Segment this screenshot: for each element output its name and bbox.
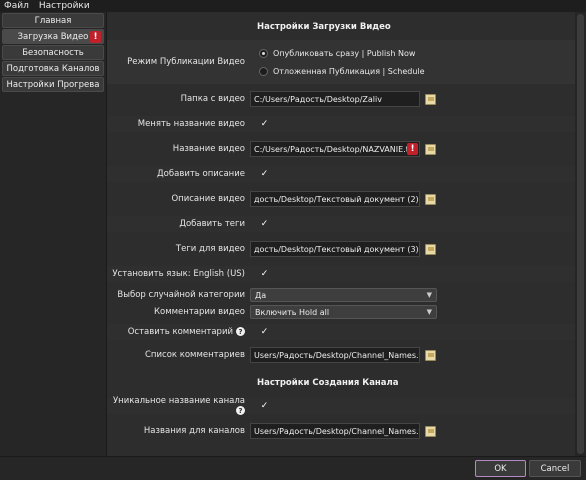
help-icon[interactable]: ? bbox=[236, 406, 245, 415]
sidebar-item-channel-prep[interactable]: Подготовка Каналов bbox=[2, 61, 104, 76]
schedule-option[interactable]: Отложенная Публикация | Schedule bbox=[259, 62, 425, 80]
folder-browse-icon[interactable] bbox=[425, 243, 436, 255]
channel-names-row: Названия для каналов Users/Радость/Deskt… bbox=[107, 422, 575, 440]
channel-section-title: Настройки Создания Канала bbox=[257, 378, 399, 388]
publish-now-option[interactable]: Опубликовать сразу | Publish Now bbox=[259, 44, 425, 62]
leave-comment-row: Оставить комментарий? ✓ bbox=[107, 324, 575, 340]
add-tags-row: Добавить теги ✓ bbox=[107, 216, 575, 232]
unique-name-label-wrap: Уникальное название канала? bbox=[107, 396, 250, 416]
video-comments-select[interactable]: Включить Hold all ▼ bbox=[250, 305, 437, 319]
publish-mode-row: Режим Публикации Видео Опубликовать сраз… bbox=[107, 40, 575, 84]
channel-names-label: Названия для каналов bbox=[143, 426, 245, 436]
sidebar-item-video-upload[interactable]: Загрузка Видео ! bbox=[2, 29, 104, 44]
folder-browse-icon[interactable] bbox=[425, 93, 436, 105]
folder-browse-icon[interactable] bbox=[425, 349, 436, 361]
video-title-value: C:/Users/Радость/Desktop/NAZVANIE.txt bbox=[254, 144, 417, 154]
video-title-field[interactable]: C:/Users/Радость/Desktop/NAZVANIE.txt ! bbox=[250, 141, 420, 157]
add-tags-checkbox[interactable]: ✓ bbox=[259, 219, 270, 230]
set-language-checkbox[interactable]: ✓ bbox=[259, 269, 270, 280]
comment-list-field[interactable]: Users/Радость/Desktop/Channel_Names.txt bbox=[250, 347, 420, 363]
add-description-checkbox[interactable]: ✓ bbox=[259, 169, 270, 180]
video-title-row: Название видео C:/Users/Радость/Desktop/… bbox=[107, 140, 575, 158]
video-comments-label: Комментарии видео bbox=[154, 307, 245, 317]
video-title-label: Название видео bbox=[172, 144, 245, 154]
video-folder-label: Папка с видео bbox=[180, 94, 245, 104]
comment-list-row: Список комментариев Users/Радость/Deskto… bbox=[107, 346, 575, 364]
video-description-value: дость/Desktop/Текстовый документ (2).txt bbox=[254, 194, 420, 204]
leave-comment-label: Оставить комментарий bbox=[127, 327, 233, 337]
random-category-label: Выбор случайной категории bbox=[117, 290, 245, 300]
leave-comment-label-wrap: Оставить комментарий? bbox=[107, 327, 250, 337]
ok-button[interactable]: OK bbox=[475, 460, 526, 477]
settings-panel: Настройки Загрузки Видео Режим Публикаци… bbox=[107, 12, 575, 456]
vertical-scrollbar[interactable] bbox=[575, 12, 586, 456]
unique-name-checkbox[interactable]: ✓ bbox=[259, 401, 270, 412]
add-description-label: Добавить описание bbox=[157, 169, 245, 179]
schedule-label: Отложенная Публикация | Schedule bbox=[273, 66, 425, 76]
menu-settings[interactable]: Настройки bbox=[39, 1, 90, 11]
add-description-row: Добавить описание ✓ bbox=[107, 166, 575, 182]
video-tags-value: дость/Desktop/Текстовый документ (3).txt bbox=[254, 244, 420, 254]
sidebar-item-label: Настройки Прогрева bbox=[6, 79, 100, 90]
rename-video-checkbox[interactable]: ✓ bbox=[259, 119, 270, 130]
warning-icon: ! bbox=[407, 143, 418, 155]
folder-browse-icon[interactable] bbox=[425, 193, 436, 205]
sidebar-item-label: Подготовка Каналов bbox=[6, 63, 100, 74]
video-folder-field[interactable]: C:/Users/Радость/Desktop/Zaliv bbox=[250, 91, 420, 107]
sidebar-item-home[interactable]: Главная bbox=[2, 13, 104, 28]
video-tags-label: Теги для видео bbox=[175, 244, 245, 254]
random-category-select[interactable]: Да ▼ bbox=[250, 288, 437, 302]
video-comments-row: Комментарии видео Включить Hold all ▼ bbox=[107, 304, 575, 320]
set-language-row: Установить язык: English (US) ✓ bbox=[107, 266, 575, 282]
schedule-radio[interactable] bbox=[259, 66, 268, 76]
video-folder-row: Папка с видео C:/Users/Радость/Desktop/Z… bbox=[107, 90, 575, 108]
upload-section-title: Настройки Загрузки Видео bbox=[257, 22, 391, 32]
set-language-label: Установить язык: English (US) bbox=[112, 269, 245, 279]
cancel-button[interactable]: Cancel bbox=[529, 460, 581, 477]
comment-list-value: Users/Радость/Desktop/Channel_Names.txt bbox=[254, 350, 420, 360]
help-icon[interactable]: ? bbox=[236, 327, 245, 336]
video-description-label: Описание видео bbox=[171, 194, 245, 204]
publish-now-label: Опубликовать сразу | Publish Now bbox=[273, 48, 416, 58]
sidebar-item-security[interactable]: Безопасность bbox=[2, 45, 104, 60]
unique-name-row: Уникальное название канала? ✓ bbox=[107, 396, 575, 416]
unique-name-label: Уникальное название канала bbox=[112, 396, 245, 406]
warning-icon: ! bbox=[90, 31, 101, 43]
random-category-row: Выбор случайной категории Да ▼ bbox=[107, 287, 575, 303]
video-comments-value: Включить Hold all bbox=[255, 307, 330, 317]
comment-list-label: Список комментариев bbox=[145, 350, 245, 360]
chevron-down-icon: ▼ bbox=[426, 291, 432, 299]
random-category-value: Да bbox=[255, 290, 267, 300]
add-tags-label: Добавить теги bbox=[179, 219, 245, 229]
video-tags-field[interactable]: дость/Desktop/Текстовый документ (3).txt bbox=[250, 241, 420, 257]
sidebar: Главная Загрузка Видео ! Безопасность По… bbox=[0, 12, 107, 456]
publish-mode-label: Режим Публикации Видео bbox=[127, 57, 245, 67]
sidebar-item-label: Загрузка Видео bbox=[17, 31, 89, 42]
leave-comment-checkbox[interactable]: ✓ bbox=[259, 327, 270, 338]
video-description-row: Описание видео дость/Desktop/Текстовый д… bbox=[107, 190, 575, 208]
rename-video-row: Менять название видео ✓ bbox=[107, 116, 575, 132]
menu-file[interactable]: Файл bbox=[4, 1, 29, 11]
sidebar-item-warmup[interactable]: Настройки Прогрева bbox=[2, 77, 104, 92]
folder-browse-icon[interactable] bbox=[425, 425, 436, 437]
rename-video-label: Менять название видео bbox=[137, 119, 245, 129]
chevron-down-icon: ▼ bbox=[426, 308, 432, 316]
sidebar-item-label: Безопасность bbox=[22, 47, 84, 58]
scrollbar-thumb[interactable] bbox=[577, 14, 584, 454]
video-description-field[interactable]: дость/Desktop/Текстовый документ (2).txt bbox=[250, 191, 420, 207]
publish-now-radio[interactable] bbox=[259, 48, 268, 58]
video-folder-value: C:/Users/Радость/Desktop/Zaliv bbox=[254, 94, 382, 104]
video-tags-row: Теги для видео дость/Desktop/Текстовый д… bbox=[107, 240, 575, 258]
channel-names-field[interactable]: Users/Радость/Desktop/Channel_Names.txt bbox=[250, 423, 420, 439]
dialog-footer: OK Cancel bbox=[0, 456, 586, 480]
sidebar-item-label: Главная bbox=[34, 15, 72, 26]
folder-browse-icon[interactable] bbox=[425, 143, 436, 155]
menu-bar: Файл Настройки bbox=[0, 0, 586, 12]
channel-names-value: Users/Радость/Desktop/Channel_Names.txt bbox=[254, 426, 420, 436]
